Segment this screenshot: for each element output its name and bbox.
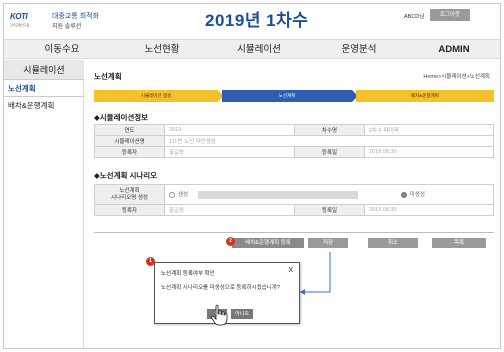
value-round-name: 2차수 페이퍼: [364, 124, 494, 136]
sim-info-table: 연도 2019 차수명 2차수 페이퍼 시뮬레이션명 111번 노선 대안생성 …: [94, 124, 494, 158]
step-simulation-create: 시뮬레이션 생성: [94, 90, 218, 102]
logout-button[interactable]: 로그아웃: [430, 9, 470, 21]
close-icon[interactable]: X: [288, 267, 293, 274]
org-subtitle: 지원 솔루션: [52, 24, 82, 30]
value-year: 2019: [164, 124, 295, 136]
sidebar-heading: 시뮬레이션: [4, 60, 84, 80]
label-reg-date: 등록일: [294, 146, 365, 158]
label-registrant: 등록자: [94, 204, 165, 216]
sidebar: 시뮬레이션 노선계획 배차&운행계획: [4, 60, 84, 348]
table-row: 등록자 홍길동 등록일 2019.08.30: [94, 204, 494, 216]
value-registrant: 홍길동: [164, 204, 295, 216]
table-row: 연도 2019 차수명 2차수 페이퍼: [94, 124, 494, 136]
label-reg-date: 등록일: [294, 204, 365, 216]
koti-logo: KOTI 한국교통연구원: [10, 12, 40, 30]
logo-mark: KOTI: [10, 12, 28, 21]
table-row: 시뮬레이션명 111번 노선 대안생성: [94, 135, 494, 147]
label-scenario-gen-line2: 시나리오명 생성: [111, 194, 148, 201]
progress-steps: 시뮬레이션 생성 노선계획 배차&운행계획: [94, 90, 494, 102]
value-reg-date: 2019.08.30: [364, 146, 494, 158]
user-name: ABCD님: [404, 14, 425, 20]
nav-item-route-status[interactable]: 노선현황: [122, 40, 202, 60]
sidebar-item-schedule-plan[interactable]: 배차&운행계획: [4, 98, 84, 114]
option-generated-label: 생성: [178, 192, 189, 199]
table-row: 등록자 홍길동 등록일 2019.08.30: [94, 146, 494, 158]
scenario-title: ◆노선계획 시나리오: [94, 171, 158, 180]
option-not-generated-label: 미생성: [409, 192, 425, 199]
label-scenario-gen: 노선계획 시나리오명 생성: [94, 184, 165, 205]
radio-not-generated[interactable]: [400, 191, 407, 198]
value-registrant: 홍길동: [164, 146, 295, 158]
top-navigation: 이동수요 노선현황 시뮬레이션 운영분석 ADMIN: [4, 39, 500, 59]
register-schedule-button[interactable]: 배차&운행계획 등록: [232, 238, 304, 248]
list-button[interactable]: 목록: [432, 238, 486, 248]
scenario-table: 노선계획 시나리오명 생성 생성 미생성 등록자 홍길동 등록일 2019.08…: [94, 184, 494, 216]
logo-subtext: 한국교통연구원: [10, 23, 30, 27]
table-row: 노선계획 시나리오명 생성 생성 미생성: [94, 184, 494, 205]
label-sim-name: 시뮬레이션명: [94, 135, 165, 147]
cancel-button[interactable]: 취소: [368, 238, 418, 248]
nav-item-analysis[interactable]: 운영분석: [319, 40, 399, 60]
confirm-no-button[interactable]: 아니오: [231, 309, 253, 319]
dialog-message: 노선계획 시나리오를 미생성으로 등록하시겠습니까?: [161, 285, 280, 291]
dialog-title: 노선계획 등록여부 확인: [161, 271, 215, 277]
label-registrant: 등록자: [94, 146, 165, 158]
step-schedule-plan: 배차&운행계획: [356, 90, 494, 102]
scenario-options: 생성 미생성: [164, 184, 494, 205]
nav-item-simulation[interactable]: 시뮬레이션: [219, 40, 299, 60]
sidebar-item-route-plan[interactable]: 노선계획: [4, 81, 84, 97]
sim-info-title: ◆시뮬레이션정보: [94, 113, 149, 122]
value-reg-date: 2019.08.30: [364, 204, 494, 216]
divider: [94, 232, 494, 233]
label-scenario-gen-line1: 노선계획: [119, 187, 140, 194]
section-heading: 노선계획: [94, 72, 122, 81]
label-round-name: 차수명: [294, 124, 365, 136]
org-name: 대중교통 최적화: [52, 13, 100, 20]
step-badge-2: 2: [226, 237, 235, 246]
step-route-plan: 노선계획: [222, 90, 352, 102]
breadcrumb: Home>시뮬레이션>노선계획: [423, 74, 490, 80]
label-year: 연도: [94, 124, 165, 136]
value-sim-name: 111번 노선 대안생성: [164, 135, 494, 147]
nav-item-admin[interactable]: ADMIN: [414, 40, 494, 60]
nav-item-demand[interactable]: 이동수요: [22, 40, 102, 60]
hand-pointer-icon: [211, 304, 228, 326]
save-button[interactable]: 저장: [308, 238, 348, 248]
page-title: 2019년 1차수: [205, 11, 309, 30]
radio-generated[interactable]: [169, 191, 175, 198]
scenario-name-input[interactable]: [197, 190, 358, 199]
